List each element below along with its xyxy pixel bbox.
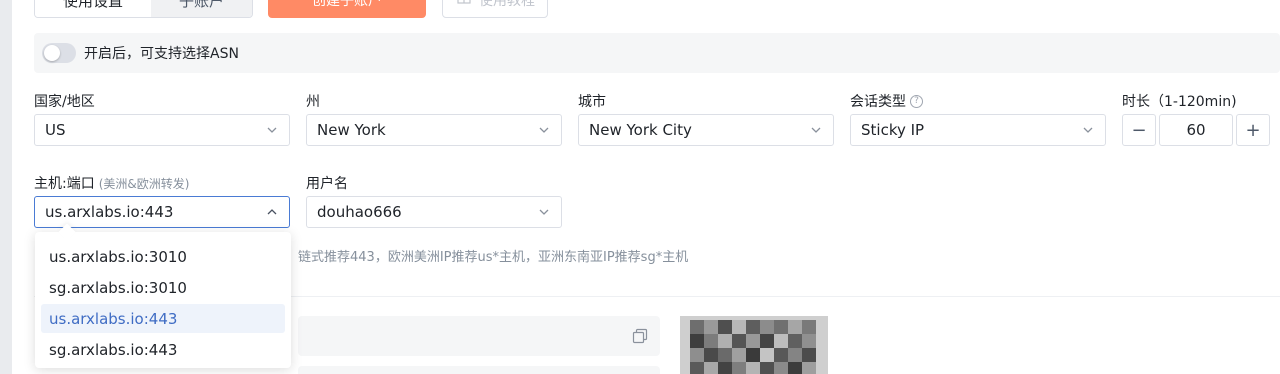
settings-panel: 使用设置 子账户 创建子账户 使用教程 开启后，可支持选择ASN 国家/地区 州… bbox=[12, 0, 1280, 374]
duration-input[interactable]: 60 bbox=[1159, 114, 1233, 146]
host-port-dropdown: us.arxlabs.io:3010 sg.arxlabs.io:3010 us… bbox=[35, 223, 291, 368]
session-type-select[interactable]: Sticky IP bbox=[850, 114, 1106, 146]
create-sub-account-button[interactable]: 创建子账户 bbox=[268, 0, 426, 18]
left-rail bbox=[0, 0, 12, 374]
city-select[interactable]: New York City bbox=[578, 114, 834, 146]
chevron-down-icon bbox=[1081, 123, 1095, 137]
host-port-select[interactable]: us.arxlabs.io:443 bbox=[34, 196, 290, 228]
tab-sub-accounts[interactable]: 子账户 bbox=[151, 0, 253, 17]
state-value: New York bbox=[317, 121, 386, 139]
proxy-string-field bbox=[298, 316, 660, 356]
host-option-selected[interactable]: us.arxlabs.io:443 bbox=[41, 304, 285, 333]
chevron-down-icon bbox=[809, 123, 823, 137]
chevron-down-icon bbox=[537, 205, 551, 219]
city-label-text: 城市 bbox=[578, 94, 606, 110]
state-select[interactable]: New York bbox=[306, 114, 562, 146]
tutorial-button[interactable]: 使用教程 bbox=[442, 0, 548, 18]
host-option[interactable]: sg.arxlabs.io:443 bbox=[41, 335, 285, 364]
state-label-text: 州 bbox=[306, 94, 320, 110]
country-label: 国家/地区 bbox=[34, 91, 95, 111]
copy-icon[interactable] bbox=[632, 328, 648, 344]
mode-tabs: 使用设置 子账户 bbox=[34, 0, 254, 18]
asn-toggle[interactable] bbox=[42, 43, 76, 63]
book-icon bbox=[457, 0, 471, 9]
proxy-string-field-2 bbox=[298, 366, 660, 374]
host-port-sublabel: (美洲&欧洲转发) bbox=[98, 176, 190, 191]
qr-code-image bbox=[680, 316, 828, 374]
city-label: 城市 bbox=[578, 91, 606, 111]
session-type-value: Sticky IP bbox=[861, 121, 925, 139]
tutorial-label: 使用教程 bbox=[479, 0, 535, 9]
tab-usage-settings[interactable]: 使用设置 bbox=[35, 0, 152, 17]
duration-increment-button[interactable]: + bbox=[1236, 114, 1270, 146]
duration-label: 时长（1-120min) bbox=[1122, 91, 1237, 111]
username-select[interactable]: douhao666 bbox=[306, 196, 562, 228]
host-port-label-text: 主机:端口 bbox=[34, 176, 95, 192]
chevron-down-icon bbox=[265, 123, 279, 137]
host-option[interactable]: us.arxlabs.io:3010 bbox=[41, 242, 285, 271]
toggle-knob bbox=[44, 45, 60, 61]
duration-label-text: 时长（1-120min) bbox=[1122, 94, 1237, 110]
host-port-label: 主机:端口 (美洲&欧洲转发) bbox=[34, 173, 189, 193]
city-value: New York City bbox=[589, 121, 692, 139]
chevron-up-icon bbox=[265, 205, 279, 219]
chevron-down-icon bbox=[537, 123, 551, 137]
username-label-text: 用户名 bbox=[306, 176, 348, 192]
host-recommendation-hint: 链式推荐443，欧洲美洲IP推荐us*主机，亚洲东南亚IP推荐sg*主机 bbox=[298, 250, 689, 265]
username-label: 用户名 bbox=[306, 173, 348, 193]
session-type-label: 会话类型 ? bbox=[850, 91, 923, 111]
host-option[interactable]: sg.arxlabs.io:3010 bbox=[41, 273, 285, 302]
country-select[interactable]: US bbox=[34, 114, 290, 146]
country-value: US bbox=[45, 121, 66, 139]
state-label: 州 bbox=[306, 91, 320, 111]
asn-label: 开启后，可支持选择ASN bbox=[84, 46, 239, 62]
session-type-label-text: 会话类型 bbox=[850, 94, 906, 110]
duration-decrement-button[interactable]: − bbox=[1122, 114, 1156, 146]
host-port-value: us.arxlabs.io:443 bbox=[45, 203, 174, 221]
username-value: douhao666 bbox=[317, 203, 402, 221]
asn-option-bar: 开启后，可支持选择ASN bbox=[34, 33, 1280, 73]
question-circle-icon[interactable]: ? bbox=[910, 94, 923, 108]
country-label-text: 国家/地区 bbox=[34, 94, 95, 110]
